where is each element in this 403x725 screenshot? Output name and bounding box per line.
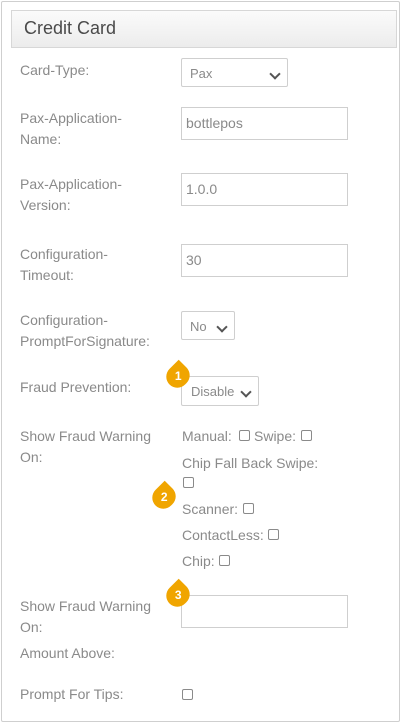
- config-prompt-select[interactable]: No: [181, 311, 235, 340]
- show-fraud-warning-label: Show Fraud Warning On:: [20, 428, 151, 465]
- config-timeout-label: Configuration- Timeout:: [20, 246, 108, 283]
- scanner-checkbox[interactable]: [243, 503, 254, 514]
- prompt-tips-checkbox[interactable]: [182, 689, 193, 700]
- chevron-down-icon: [216, 321, 228, 333]
- prompt-tips-label: Prompt For Tips:: [20, 686, 124, 702]
- chip-label: Chip:: [182, 553, 215, 569]
- card-type-select[interactable]: Pax: [181, 58, 288, 87]
- swipe-label: Swipe:: [254, 428, 297, 444]
- contactless-checkbox[interactable]: [268, 529, 279, 540]
- amount-above-label: Amount Above:: [20, 645, 115, 661]
- chip-fallback-label: Chip Fall Back Swipe:: [182, 455, 319, 471]
- amount-above-input[interactable]: [181, 595, 348, 628]
- fraud-prevention-select[interactable]: Disable: [181, 376, 259, 406]
- pax-app-name-input[interactable]: bottlepos: [181, 107, 348, 140]
- fraud-prevention-value: Disable: [191, 384, 235, 399]
- show-fraud-amount-label: Show Fraud Warning On:: [20, 598, 151, 635]
- chevron-down-icon: [269, 68, 281, 80]
- fraud-prevention-label: Fraud Prevention:: [20, 379, 132, 395]
- config-timeout-input[interactable]: 30: [181, 244, 348, 277]
- pax-app-version-label: Pax-Application- Version:: [20, 176, 122, 213]
- card-type-value: Pax: [190, 66, 213, 81]
- chevron-down-icon: [240, 386, 252, 398]
- pax-app-version-input[interactable]: 1.0.0: [181, 173, 348, 206]
- panel-title: Credit Card: [24, 18, 117, 38]
- scanner-label: Scanner:: [182, 501, 239, 517]
- pax-app-name-label: Pax-Application- Name:: [20, 110, 122, 147]
- config-prompt-value: No: [190, 319, 207, 334]
- swipe-checkbox[interactable]: [301, 430, 312, 441]
- card-type-label: Card-Type:: [20, 62, 90, 78]
- contactless-label: ContactLess:: [182, 527, 264, 543]
- manual-label: Manual:: [182, 428, 232, 444]
- manual-checkbox[interactable]: [239, 430, 250, 441]
- chip-checkbox[interactable]: [219, 555, 230, 566]
- panel-header: Credit Card: [11, 10, 397, 48]
- chip-fallback-checkbox[interactable]: [183, 477, 194, 488]
- config-prompt-label: Configuration- PromptForSignature:: [20, 312, 150, 349]
